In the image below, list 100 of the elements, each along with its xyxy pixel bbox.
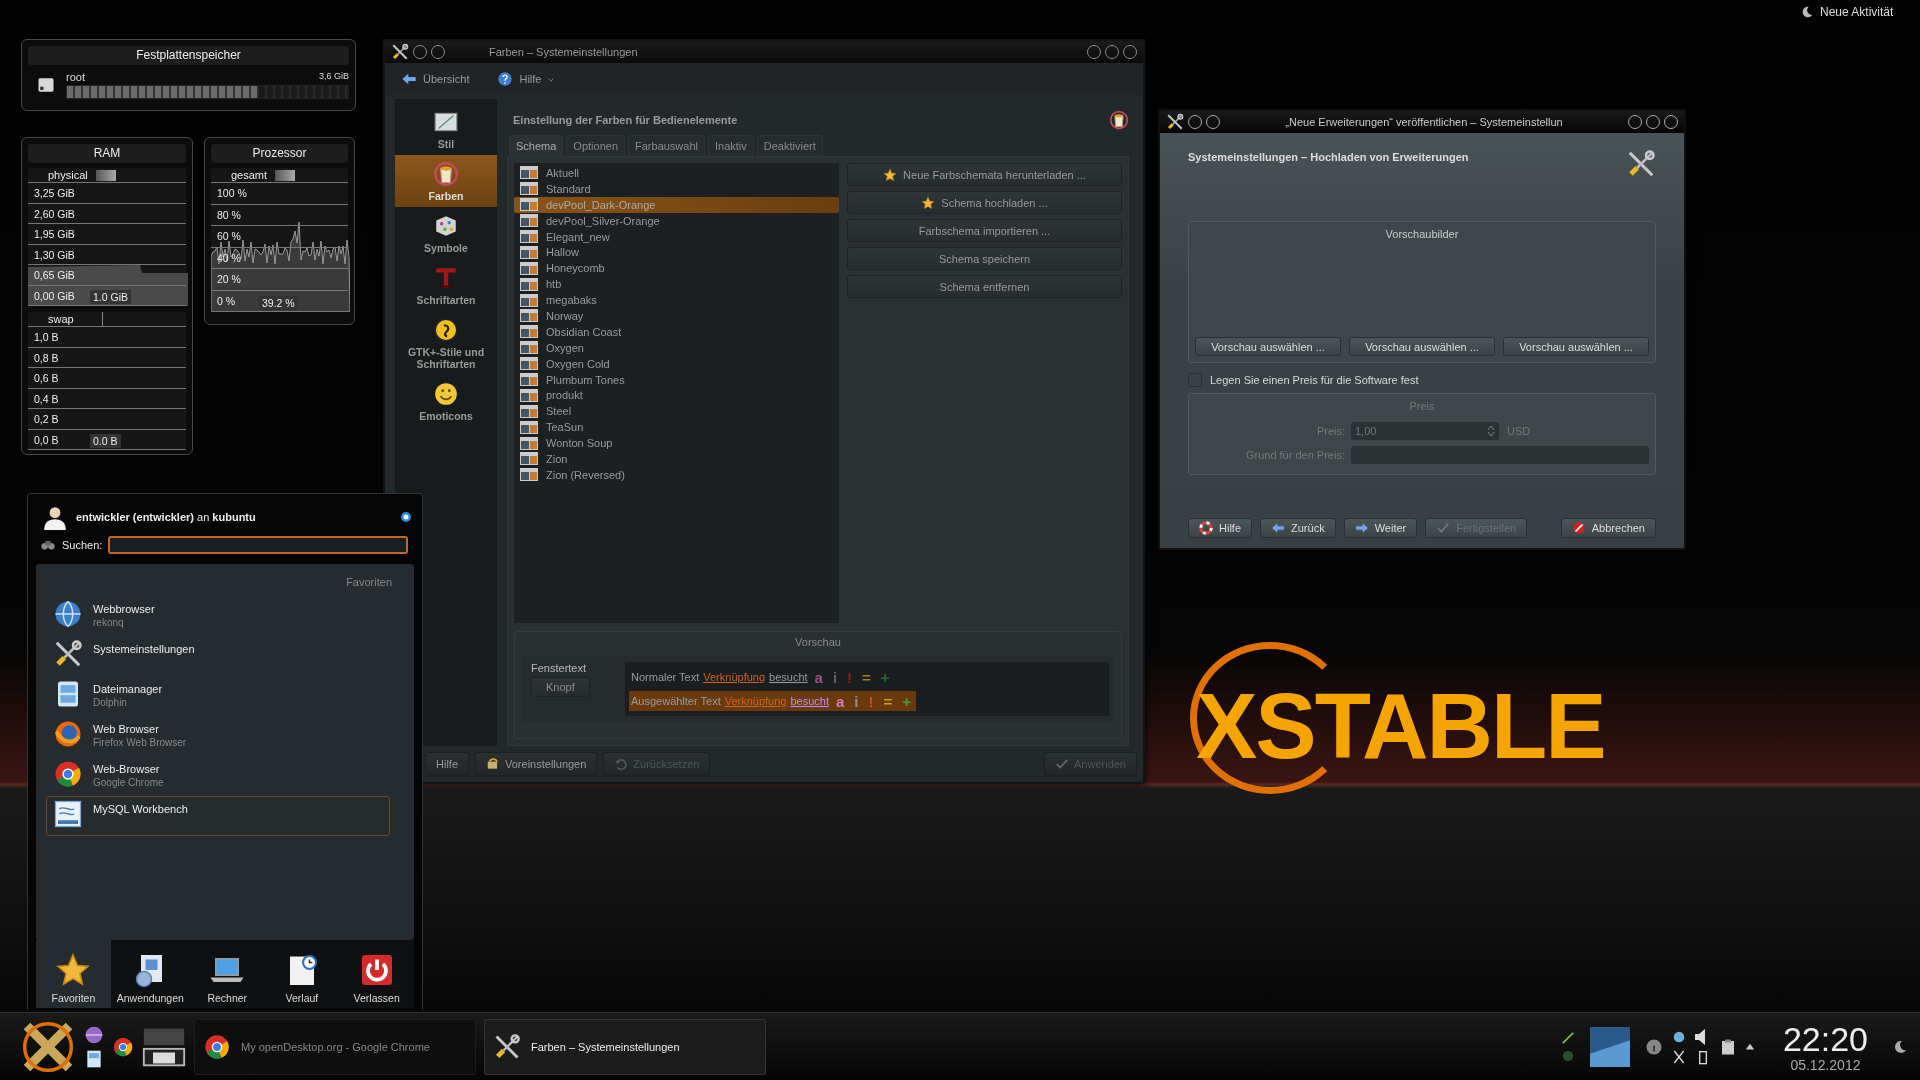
scheme-item[interactable]: Plumbum Tones — [514, 371, 839, 388]
launcher-tab[interactable]: Anwendungen — [110, 940, 190, 1008]
window-title: „Neue Erweiterungen“ veröffentlichen – Systemeinstellun — [1284, 116, 1564, 128]
scheme-item[interactable]: Obsidian Coast — [514, 323, 839, 340]
launcher-tab[interactable]: Rechner — [189, 940, 265, 1008]
scheme-item[interactable]: htb — [514, 276, 839, 293]
tab[interactable]: Optionen — [566, 135, 625, 156]
color-swatch-icon — [520, 261, 538, 275]
check-icon — [1055, 757, 1069, 771]
action-button[interactable]: Farbschema importieren ... — [847, 219, 1122, 242]
page-heading: Einstellung der Farben für Bedienelemente — [513, 114, 738, 126]
task-button[interactable]: Farben – Systemeinstellungen — [484, 1018, 766, 1075]
scheme-item[interactable]: megabaks — [514, 292, 839, 308]
select-preview-button[interactable]: Vorschau auswählen ... — [1503, 337, 1649, 356]
preview-label: Fenstertext — [531, 662, 587, 674]
dialog-button[interactable]: Zurück — [1260, 518, 1336, 538]
task-button[interactable]: My openDesktop.org - Google Chrome — [194, 1018, 476, 1075]
sidebar-item[interactable]: Stil — [395, 103, 497, 155]
dialog-button[interactable]: Hilfe — [1188, 518, 1252, 538]
right-arrow-icon — [1354, 521, 1369, 535]
action-button[interactable]: Schema entfernen — [847, 275, 1122, 298]
sidebar-item[interactable]: GTK+-Stile und Schriftarten — [395, 311, 497, 375]
axis-label: 20 % — [217, 273, 241, 285]
lifebuoy-icon — [1199, 521, 1213, 535]
axis-label: 0,65 GiB — [34, 269, 75, 281]
sidebar-item[interactable]: Farben — [395, 155, 497, 207]
scheme-item[interactable]: devPool_Silver-Orange — [514, 212, 839, 229]
color-swatch-icon — [520, 388, 538, 402]
footer-button[interactable]: Voreinstellungen — [475, 752, 598, 776]
scheme-item[interactable]: devPool_Dark-Orange — [514, 196, 839, 213]
scheme-item[interactable]: Zion — [514, 451, 839, 467]
footer-button[interactable]: Hilfe — [425, 752, 469, 776]
toolbar-button[interactable]: Hilfe — [491, 70, 562, 88]
color-swatch-icon — [520, 198, 538, 212]
status-dot-icon — [1560, 1048, 1575, 1063]
launcher-tab[interactable]: Favoriten — [36, 940, 111, 1008]
font-icon — [433, 265, 459, 291]
moon-icon — [1800, 5, 1814, 19]
action-button[interactable]: Schema speichern — [847, 247, 1122, 270]
launcher-tab[interactable]: Verlassen — [339, 940, 415, 1008]
dialog-button[interactable]: Abbrechen — [1560, 518, 1656, 538]
scheme-item[interactable]: Elegant_new — [514, 228, 839, 245]
up-arrow-icon — [1744, 1041, 1755, 1052]
drive-name: root — [66, 71, 85, 83]
left-arrow-icon — [1271, 521, 1285, 535]
select-preview-button[interactable]: Vorschau auswählen ... — [1195, 337, 1341, 356]
panel-title: Vorschau — [794, 636, 842, 648]
scheme-item[interactable]: Oxygen Cold — [514, 355, 839, 372]
sidebar-item[interactable]: Symbole — [395, 207, 497, 259]
sidebar-item[interactable]: Emoticons — [395, 375, 497, 427]
scheme-item[interactable]: Steel — [514, 403, 839, 420]
launcher-item[interactable]: Dateimanager Dolphin — [46, 676, 390, 716]
select-preview-button[interactable]: Vorschau auswählen ... — [1349, 337, 1495, 356]
widget-title: Prozessor — [211, 144, 348, 163]
launcher-tab[interactable]: Verlauf — [264, 940, 340, 1008]
sidebar-item[interactable]: Schriftarten — [395, 259, 497, 311]
tools-icon — [493, 1032, 521, 1061]
dialog-button[interactable]: Weiter — [1343, 518, 1418, 538]
scheme-item[interactable]: Standard — [514, 180, 839, 197]
paint-bucket-icon — [1109, 110, 1129, 130]
checkbox-label: Legen Sie einen Preis für die Software fest — [1210, 374, 1419, 386]
tab[interactable]: Schema — [509, 135, 564, 156]
color-swatch-icon — [520, 341, 538, 355]
launcher-item[interactable]: Systemeinstellungen — [46, 636, 390, 676]
scheme-item[interactable]: Wonton Soup — [514, 435, 839, 452]
legend-label: gesamt — [231, 169, 268, 181]
color-swatch-icon — [520, 214, 538, 228]
tab[interactable]: Deaktiviert — [756, 135, 823, 156]
scheme-item[interactable]: Oxygen — [514, 339, 839, 356]
search-label: Suchen: — [62, 539, 103, 551]
tab[interactable]: Inaktiv — [708, 135, 754, 156]
axis-label: 3,25 GiB — [34, 187, 75, 199]
clock-time: 22:20 — [1782, 1020, 1868, 1057]
preview-button[interactable]: Knopf — [531, 677, 590, 697]
axis-label: 100 % — [217, 187, 247, 199]
stop-icon — [1571, 521, 1586, 535]
preview-text: Ausgewählter Text — [631, 695, 721, 707]
axis-label: 0,4 B — [34, 392, 59, 405]
group-title: Preis — [1408, 400, 1436, 412]
color-sample: a — [836, 692, 845, 710]
search-field[interactable] — [108, 536, 408, 554]
scheme-item[interactable]: produkt — [514, 387, 839, 404]
scheme-item[interactable]: Honeycomb — [514, 260, 839, 277]
tab[interactable]: Farbauswahl — [628, 135, 705, 156]
activity-button[interactable]: Neue Aktivität — [1796, 3, 1898, 21]
color-swatch-icon — [520, 293, 538, 307]
action-button[interactable]: Schema hochladen ... — [847, 191, 1122, 214]
launcher-item[interactable]: Webbrowser rekonq — [46, 596, 390, 636]
launcher-item[interactable]: MySQL Workbench — [46, 796, 390, 836]
action-button[interactable]: Neue Farbschemata herunterladen ... — [847, 163, 1122, 186]
scheme-item[interactable]: Hallow — [514, 244, 839, 261]
scheme-item[interactable]: Aktuell — [514, 165, 839, 181]
color-swatch-icon — [520, 373, 538, 386]
launcher-item[interactable]: Web Browser Firefox Web Browser — [46, 716, 390, 756]
user-name: entwickler (entwickler) an kubuntu — [76, 511, 257, 523]
scheme-item[interactable]: Norway — [514, 308, 839, 324]
toolbar-button[interactable]: Übersicht — [395, 70, 476, 88]
launcher-item[interactable]: Web-Browser Google Chrome — [46, 756, 390, 796]
scheme-item[interactable]: Zion (Reversed) — [514, 466, 839, 483]
scheme-item[interactable]: TeaSun — [514, 419, 839, 436]
